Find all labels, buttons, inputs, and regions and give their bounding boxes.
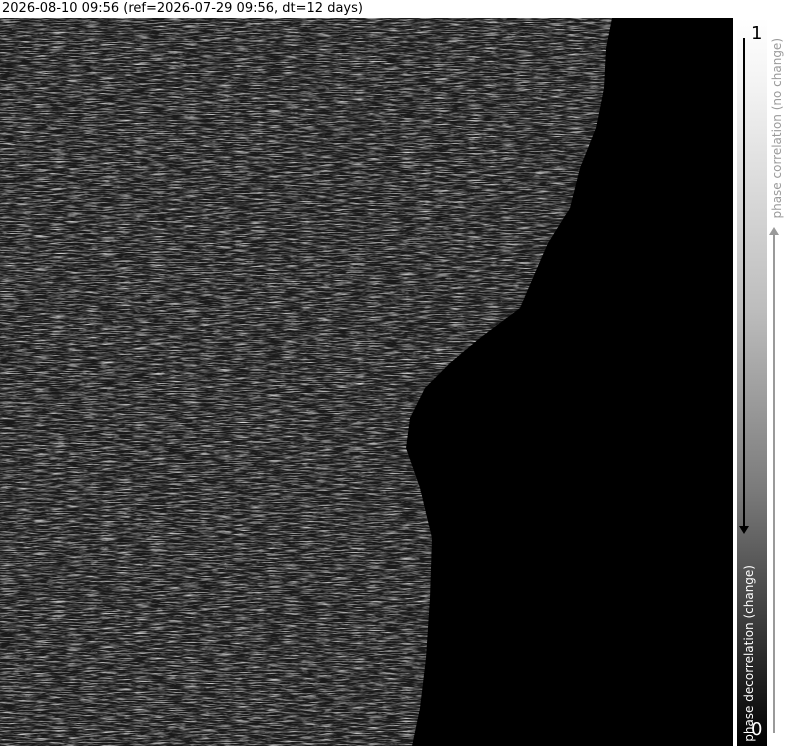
colorbar-max-tick: 1 — [751, 23, 763, 44]
change-arrow-icon — [739, 38, 749, 534]
colorbar-change-label: phase decorrelation (change) — [742, 565, 756, 742]
coherence-colorbar: 1 0 phase decorrelation (change) phase c… — [737, 18, 785, 746]
no-change-arrow-icon — [769, 227, 779, 733]
coherence-map — [0, 18, 733, 746]
image-title: 2026-08-10 09:56 (ref=2026-07-29 09:56, … — [2, 1, 363, 16]
colorbar-no-change-label: phase correlation (no change) — [770, 38, 784, 219]
coherence-map-svg — [0, 18, 733, 746]
